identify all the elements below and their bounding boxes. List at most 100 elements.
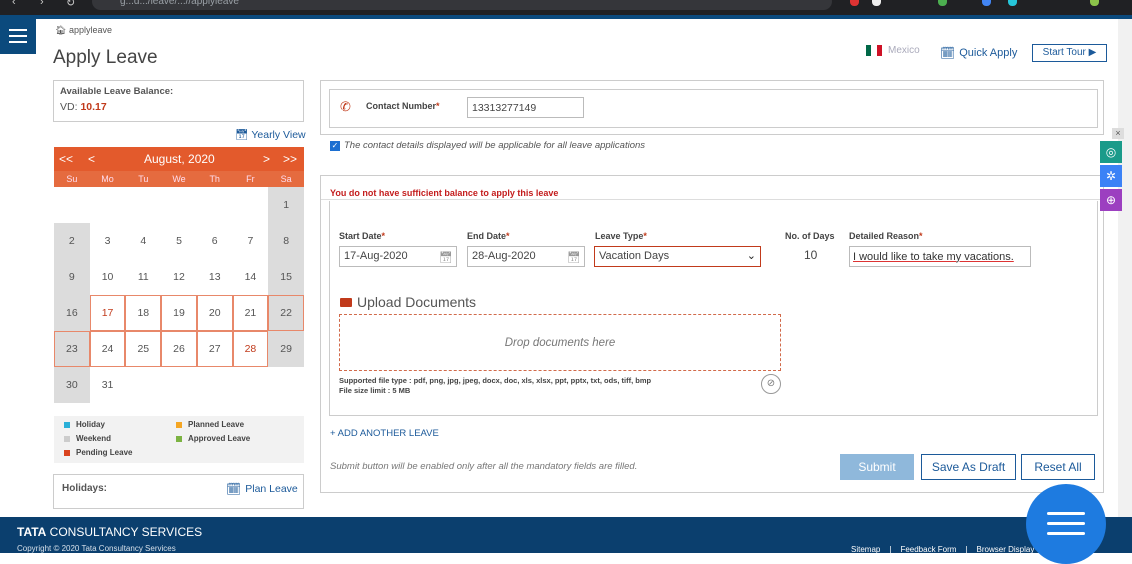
next-month-button[interactable]: > [263,152,270,166]
breadcrumb[interactable]: 🏠︎ applyleave [55,25,112,36]
calendar-header: << < August, 2020 > >> [54,147,304,171]
scrollbar[interactable] [1118,19,1132,517]
calendar-day[interactable]: 6 [197,223,233,259]
calendar-empty-cell [90,187,126,223]
document-drop-zone[interactable]: Drop documents here [339,314,781,371]
calendar-day[interactable]: 23 [54,331,90,367]
quick-apply-link[interactable]: 🗓︎ Quick Apply [940,46,1017,60]
calendar-day[interactable]: 19 [161,295,197,331]
calendar-day[interactable]: 10 [90,259,126,295]
plan-leave-link[interactable]: 🗓︎ Plan Leave [226,482,298,496]
prev-year-button[interactable]: << [59,152,73,166]
extension-icon[interactable] [850,0,859,6]
submit-button[interactable]: Submit [840,454,914,480]
extension-icon[interactable] [938,0,947,6]
calendar-day[interactable]: 5 [161,223,197,259]
close-icon[interactable]: × [1112,128,1124,139]
calendar-day[interactable]: 9 [54,259,90,295]
calendar-day[interactable]: 31 [90,367,126,403]
calendar-day[interactable]: 4 [125,223,161,259]
calendar-day[interactable]: 28 [232,331,269,367]
home-icon[interactable]: 🏠︎ [55,25,66,35]
legend-planned: Planned Leave [176,420,244,429]
prev-month-button[interactable]: < [88,152,95,166]
profile-avatar[interactable] [1090,0,1099,6]
yearly-view-link[interactable]: 📅︎ Yearly View [235,128,306,142]
leave-type-label: Leave Type* [595,231,647,241]
attach-icon[interactable]: ⊘ [761,374,781,394]
calendar-day[interactable]: 3 [90,223,126,259]
calendar-day[interactable]: 15 [268,259,304,295]
weekday-label: Su [66,174,78,184]
calendar-empty-cell [161,187,197,223]
balance-error-message: You do not have sufficient balance to ap… [330,188,559,198]
calendar-day[interactable]: 13 [197,259,233,295]
reset-all-button[interactable]: Reset All [1021,454,1095,480]
leave-type-select[interactable]: Vacation Days ⌄ [594,246,761,267]
calendar-day[interactable]: 11 [125,259,161,295]
calendar-day[interactable]: 7 [233,223,269,259]
calendar-empty-cell [161,367,197,403]
calendar-icon[interactable]: 📅︎ [439,251,453,264]
contact-consent[interactable]: ✓ The contact details displayed will be … [330,140,645,151]
start-tour-button[interactable]: Start Tour ▶ [1032,44,1107,62]
calendar-empty-cell [125,187,161,223]
calendar-day[interactable]: 24 [89,331,126,367]
menu-icon[interactable] [0,19,36,54]
chat-widget-icon[interactable]: ◎ [1100,141,1122,163]
calendar-empty-cell [233,187,269,223]
days-value: 10 [804,248,818,262]
calendar-day[interactable]: 2 [54,223,90,259]
calendar-day[interactable]: 16 [54,295,90,331]
back-icon[interactable]: ‹ [12,0,16,8]
address-bar[interactable]: g...d.../leave/...//applyleave [92,0,832,10]
reason-label: Detailed Reason* [849,231,923,241]
legend-pending: Pending Leave [64,448,132,457]
phone-icon: ✆ [340,99,351,114]
calendar-day[interactable]: 12 [161,259,197,295]
contact-number-label: Contact Number* [366,101,440,111]
calendar-icon[interactable]: 📅︎ [567,251,581,264]
calendar-day[interactable]: 17 [89,295,126,331]
extension-icon[interactable] [872,0,881,6]
calendar-day[interactable]: 30 [54,367,90,403]
reason-input[interactable] [849,246,1031,267]
chevron-down-icon: ⌄ [746,250,756,262]
save-draft-button[interactable]: Save As Draft [921,454,1016,480]
balance-label: Available Leave Balance: [60,86,174,97]
weekday-label: Fr [246,174,255,184]
globe-widget-icon[interactable]: ⊕ [1100,189,1122,211]
calendar-day[interactable]: 18 [125,295,162,331]
month-label: August, 2020 [144,152,215,166]
extension-icon[interactable] [1008,0,1017,6]
calendar-day[interactable]: 21 [232,295,269,331]
calendar-legend: Holiday Weekend Pending Leave Planned Le… [54,416,304,463]
calendar-day[interactable]: 29 [268,331,304,367]
next-year-button[interactable]: >> [283,152,297,166]
calendar-empty-cell [268,367,304,403]
calendar-day[interactable]: 26 [161,331,197,367]
people-widget-icon[interactable]: ✲ [1100,165,1122,187]
quick-apply-icon: 🗓︎ [940,46,956,60]
calendar-day[interactable]: 22 [268,295,304,331]
calendar-day[interactable]: 27 [196,331,233,367]
reload-icon[interactable]: ↻ [66,0,75,9]
calendar-day[interactable]: 8 [268,223,304,259]
end-date-input[interactable]: 28-Aug-2020 📅︎ [467,246,585,267]
calendar-day[interactable]: 20 [196,295,233,331]
browser-toolbar: ‹ › ↻ g...d.../leave/...//applyleave [0,0,1132,15]
forward-icon[interactable]: › [40,0,44,8]
calendar-day[interactable]: 25 [125,331,162,367]
app-header-bar [0,15,1132,19]
add-another-leave-link[interactable]: + ADD ANOTHER LEAVE [330,428,439,439]
start-date-label: Start Date* [339,231,386,241]
calendar-day[interactable]: 14 [233,259,269,295]
calendar-day[interactable]: 1 [268,187,304,223]
floating-menu-button[interactable] [1026,484,1106,564]
start-date-input[interactable]: 17-Aug-2020 📅︎ [339,246,457,267]
calendar-empty-cell [233,367,269,403]
contact-number-input[interactable] [467,97,584,118]
consent-checkbox[interactable]: ✓ [330,140,340,151]
days-label: No. of Days [785,231,835,241]
extension-icon[interactable] [982,0,991,6]
